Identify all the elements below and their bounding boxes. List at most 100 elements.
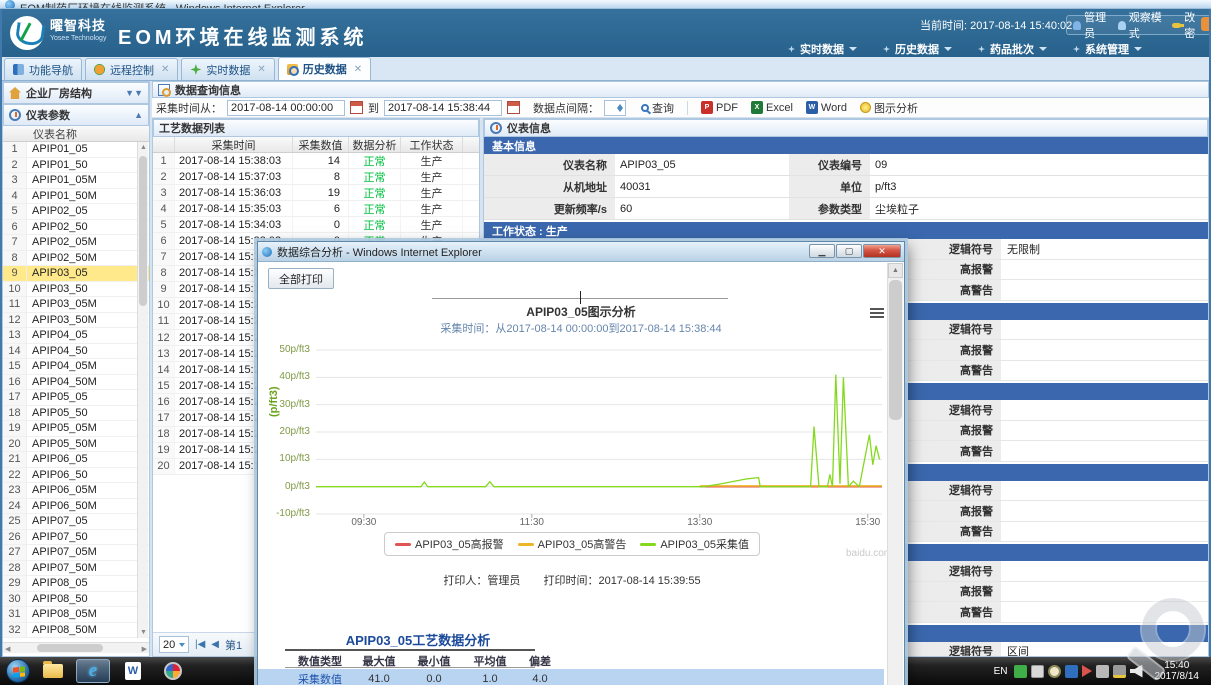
observe-mode-button[interactable]: 观察模式 (1118, 9, 1169, 41)
close-button[interactable]: ✕ (863, 244, 901, 258)
tray-icon-security[interactable] (1113, 665, 1126, 678)
panel-instrument-params[interactable]: 仪表参数 ▲ (3, 104, 149, 126)
calendar-icon[interactable] (507, 101, 520, 114)
admin-button[interactable]: 管理员 (1073, 9, 1114, 41)
scroll-right-icon[interactable]: ▶ (142, 645, 147, 653)
tray-icon-media[interactable] (1082, 665, 1092, 677)
instrument-row[interactable]: 21APIP06_05 (3, 452, 149, 468)
export-pdf-button[interactable]: PPDF (697, 101, 742, 114)
instrument-row[interactable]: 22APIP06_50 (3, 468, 149, 484)
instrument-row[interactable]: 27APIP07_05M (3, 545, 149, 561)
instrument-row[interactable]: 28APIP07_50M (3, 561, 149, 577)
chevron-double-down-icon[interactable]: ▼▼ (125, 88, 143, 98)
instrument-row[interactable]: 10APIP03_50 (3, 282, 149, 298)
page-size-select[interactable]: 20 (159, 636, 189, 653)
tab-function-nav[interactable]: 功能导航 (4, 58, 82, 80)
instrument-row[interactable]: 32APIP08_50M (3, 623, 149, 639)
instrument-row[interactable]: 5APIP02_05 (3, 204, 149, 220)
table-row[interactable]: 32017-08-14 15:36:0319正常生产 (153, 185, 479, 201)
taskbar-paint[interactable] (156, 659, 190, 683)
chart-analysis-button[interactable]: 图示分析 (856, 100, 922, 116)
first-page-button[interactable]: |◀ (195, 639, 205, 650)
instrument-row[interactable]: 1APIP01_05 (3, 142, 149, 158)
scroll-left-icon[interactable]: ◀ (5, 645, 10, 653)
instrument-row[interactable]: 20APIP05_50M (3, 437, 149, 453)
close-icon[interactable]: ✕ (354, 64, 362, 75)
sidebar-horizontal-scrollbar[interactable]: ◀ ▶ (3, 642, 149, 653)
popup-titlebar[interactable]: 数据综合分析 - Windows Internet Explorer ▁ ▢ ✕ (258, 242, 904, 262)
close-icon[interactable]: ✕ (161, 64, 169, 75)
minimize-button[interactable]: ▁ (809, 244, 835, 258)
tab-history-data[interactable]: 历史数据✕ (278, 57, 371, 80)
export-word-button[interactable]: WWord (802, 101, 851, 114)
legend-item[interactable]: APIP03_05高报警 (395, 536, 504, 552)
taskbar-explorer[interactable] (36, 659, 70, 683)
instrument-row[interactable]: 26APIP07_50 (3, 530, 149, 546)
table-row[interactable]: 22017-08-14 15:37:038正常生产 (153, 169, 479, 185)
tray-icon-display[interactable] (1031, 665, 1044, 678)
tray-icon-clipboard[interactable] (1014, 665, 1027, 678)
instrument-row[interactable]: 23APIP06_05M (3, 483, 149, 499)
tab-remote-control[interactable]: 远程控制✕ (85, 58, 178, 80)
start-button[interactable] (6, 659, 30, 683)
to-datetime-input[interactable] (384, 100, 502, 116)
interval-stepper[interactable] (604, 100, 626, 116)
instrument-row[interactable]: 14APIP04_50 (3, 344, 149, 360)
tray-icon-app[interactable] (1065, 665, 1078, 678)
instrument-row[interactable]: 7APIP02_05M (3, 235, 149, 251)
instrument-row[interactable]: 8APIP02_50M (3, 251, 149, 267)
prev-page-button[interactable]: ◀ (211, 639, 219, 650)
search-button[interactable]: 查询 (637, 100, 678, 116)
taskbar-clock[interactable]: 15:40 2017/8/14 (1147, 660, 1208, 682)
instrument-row[interactable]: 3APIP01_05M (3, 173, 149, 189)
tray-icon-search[interactable] (1048, 665, 1061, 678)
menu-drug-batch[interactable]: 药品批次 (978, 41, 1047, 57)
close-icon[interactable]: ✕ (257, 64, 265, 75)
language-indicator[interactable]: EN (994, 666, 1008, 677)
analysis-table-selected-row[interactable]: 采集数值41.00.01.04.0 (258, 669, 884, 685)
scrollbar-thumb[interactable] (139, 156, 147, 306)
sidebar-vertical-scrollbar[interactable]: ▲ ▼ (137, 142, 148, 638)
tray-icon-volume[interactable] (1130, 665, 1143, 678)
popup-scrollbar[interactable]: ▲ (887, 263, 903, 685)
from-datetime-input[interactable] (227, 100, 345, 116)
export-excel-button[interactable]: XExcel (747, 101, 797, 114)
instrument-row[interactable]: 11APIP03_05M (3, 297, 149, 313)
instrument-row[interactable]: 31APIP08_05M (3, 607, 149, 623)
scrollbar-thumb[interactable] (889, 280, 902, 420)
table-row[interactable]: 42017-08-14 15:35:036正常生产 (153, 201, 479, 217)
instrument-row[interactable]: 13APIP04_05 (3, 328, 149, 344)
scroll-up-icon[interactable]: ▲ (140, 144, 147, 151)
instrument-row[interactable]: 24APIP06_50M (3, 499, 149, 515)
table-row[interactable]: 52017-08-14 15:34:030正常生产 (153, 217, 479, 233)
instrument-row[interactable]: 15APIP04_05M (3, 359, 149, 375)
change-password-button[interactable]: 改密 (1172, 9, 1204, 41)
instrument-row[interactable]: 2APIP01_50 (3, 158, 149, 174)
instrument-row[interactable]: 12APIP03_50M (3, 313, 149, 329)
taskbar-ie[interactable]: e (76, 659, 110, 683)
calendar-icon[interactable] (350, 101, 363, 114)
instrument-row[interactable]: 17APIP05_05 (3, 390, 149, 406)
chevron-up-icon[interactable]: ▲ (134, 110, 143, 120)
legend-item[interactable]: APIP03_05采集值 (640, 536, 749, 552)
taskbar-word[interactable]: W (116, 659, 150, 683)
chart-menu-icon[interactable] (870, 308, 884, 320)
tray-icon-network[interactable] (1096, 665, 1109, 678)
instrument-row[interactable]: 30APIP08_50 (3, 592, 149, 608)
menu-system-manage[interactable]: 系统管理 (1073, 41, 1142, 57)
scroll-up-icon[interactable]: ▲ (888, 263, 903, 278)
tab-realtime-data[interactable]: 实时数据✕ (181, 58, 274, 80)
instrument-row[interactable]: 19APIP05_05M (3, 421, 149, 437)
scrollbar-thumb[interactable] (37, 644, 103, 652)
menu-realtime-data[interactable]: 实时数据 (788, 41, 857, 57)
scroll-down-icon[interactable]: ▼ (140, 629, 147, 636)
table-row[interactable]: 12017-08-14 15:38:0314正常生产 (153, 153, 479, 169)
instrument-row[interactable]: 18APIP05_50 (3, 406, 149, 422)
maximize-button[interactable]: ▢ (836, 244, 862, 258)
instrument-row[interactable]: 9APIP03_05 (3, 266, 149, 282)
menu-history-data[interactable]: 历史数据 (883, 41, 952, 57)
panel-factory-structure[interactable]: 企业厂房结构 ▼▼ (3, 82, 149, 104)
print-all-button[interactable]: 全部打印 (268, 268, 334, 289)
instrument-row[interactable]: 29APIP08_05 (3, 576, 149, 592)
instrument-row[interactable]: 6APIP02_50 (3, 220, 149, 236)
